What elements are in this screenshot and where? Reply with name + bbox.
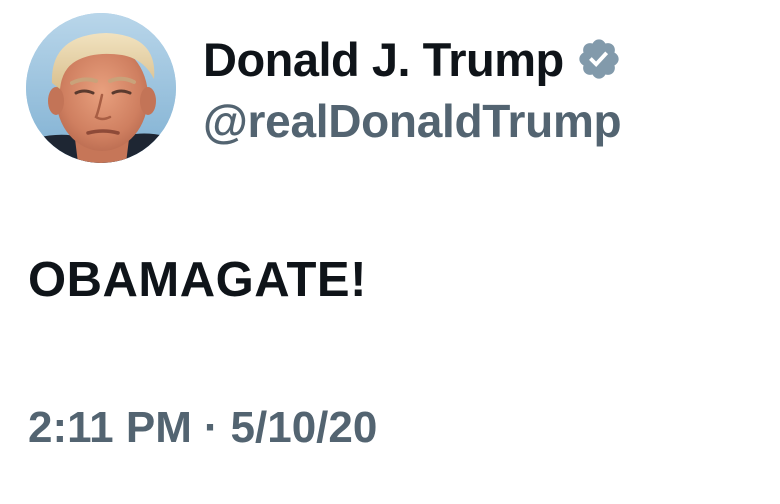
name-row: Donald J. Trump: [203, 26, 622, 92]
verified-badge-icon: [576, 36, 622, 82]
avatar[interactable]: [26, 13, 176, 163]
display-name[interactable]: Donald J. Trump: [203, 32, 564, 87]
tweet-meta: 2:11 PM · 5/10/20: [28, 403, 377, 453]
tweet-text: OBAMAGATE!: [28, 253, 367, 307]
meta-separator: ·: [203, 403, 219, 452]
tweet-time[interactable]: 2:11 PM: [28, 403, 192, 453]
tweet-card: Donald J. Trump @realDonaldTrump OBAMAGA…: [0, 0, 780, 504]
author-block: Donald J. Trump @realDonaldTrump: [203, 26, 622, 148]
avatar-image: [26, 13, 176, 163]
tweet-date[interactable]: 5/10/20: [231, 403, 378, 453]
user-handle[interactable]: @realDonaldTrump: [203, 94, 622, 148]
